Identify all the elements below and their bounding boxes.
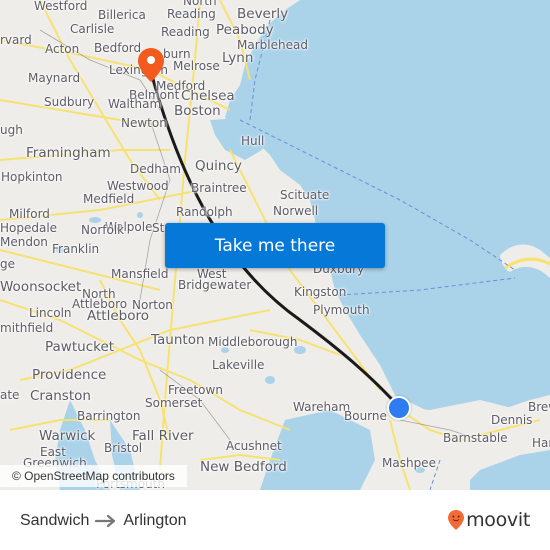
- origin-dot-icon[interactable]: [387, 396, 411, 420]
- place-label: Kingston: [294, 285, 347, 299]
- place-label: ge: [0, 257, 15, 271]
- take-me-there-button[interactable]: Take me there: [165, 223, 385, 268]
- place-label: Brew: [528, 400, 550, 414]
- map-pin-icon[interactable]: [137, 47, 165, 83]
- place-label: Reading: [161, 25, 210, 39]
- place-label: Milford: [9, 207, 50, 221]
- place-label: New Bedford: [200, 459, 287, 475]
- origin-name: Sandwich: [20, 512, 90, 529]
- place-label: Bourne: [344, 409, 387, 423]
- place-label: Medfield: [83, 192, 135, 206]
- place-label: Bedford: [94, 41, 142, 55]
- place-label: Billerica: [98, 8, 146, 22]
- place-label: Carlisle: [70, 22, 115, 36]
- place-label: Quincy: [195, 158, 242, 174]
- place-label: Acushnet: [226, 439, 282, 453]
- place-label: Norwell: [273, 204, 319, 218]
- place-label: mithfield: [0, 321, 54, 335]
- place-label: Barnstable: [443, 431, 508, 445]
- place-label: Somerset: [145, 396, 203, 410]
- place-label: Mendon: [0, 235, 48, 249]
- place-label: Attleboro: [87, 308, 149, 324]
- moovit-pin-icon: [448, 510, 465, 530]
- place-label: Reading: [167, 7, 216, 21]
- place-label: Boston: [174, 103, 221, 119]
- place-label: Franklin: [52, 242, 100, 256]
- place-label: Taunton: [151, 332, 205, 348]
- place-label: Lynn: [222, 50, 254, 66]
- place-label: Pawtucket: [45, 339, 115, 355]
- place-label: Scituate: [280, 188, 330, 202]
- place-label: Freetown: [168, 383, 223, 397]
- place-label: Hopedale: [0, 221, 58, 235]
- place-label: Bristol: [104, 441, 143, 455]
- place-label: Lakeville: [212, 358, 265, 372]
- place-label: Framingham: [26, 145, 111, 161]
- place-label: Mashpee: [382, 456, 436, 470]
- place-label: ugh: [0, 123, 23, 137]
- place-label: Dennis: [491, 413, 533, 427]
- place-label: Plymouth: [313, 303, 370, 317]
- place-label: Har: [532, 436, 550, 450]
- arrow-right-icon: [95, 514, 117, 528]
- place-label: Newton: [121, 116, 167, 130]
- map[interactable]: Westford North Billerica Reading Beverly…: [0, 0, 550, 490]
- place-label: Mansfield: [111, 267, 169, 281]
- place-label: Wareham: [293, 400, 351, 414]
- place-label: Middleborough: [208, 335, 298, 349]
- moovit-logo[interactable]: moovit: [447, 507, 530, 533]
- place-label: Barrington: [77, 409, 141, 423]
- destination-name: Arlington: [123, 512, 187, 529]
- place-label: Norfolk: [81, 223, 125, 237]
- place-label: Bridgewater: [178, 278, 252, 292]
- place-label: Acton: [45, 42, 80, 56]
- place-label: Lincoln: [29, 306, 72, 320]
- place-label: Cranston: [30, 388, 91, 404]
- place-label: Dedham: [130, 162, 181, 176]
- place-label: rvard: [0, 33, 32, 47]
- place-label: Waltham: [108, 97, 162, 111]
- place-label: Peabody: [216, 22, 274, 38]
- place-label: Beverly: [237, 6, 289, 22]
- map-attribution[interactable]: © OpenStreetMap contributors: [0, 465, 187, 487]
- place-label: Hopkinton: [1, 170, 63, 184]
- place-label: Woonsocket: [0, 279, 82, 295]
- route-label: Sandwich Arlington: [20, 510, 187, 532]
- place-label: Sudbury: [44, 95, 95, 109]
- place-label: Maynard: [28, 71, 81, 85]
- place-label: Providence: [32, 367, 107, 383]
- moovit-wordmark: moovit: [466, 509, 530, 531]
- place-label: Chelsea: [181, 88, 235, 104]
- place-label: Hull: [241, 134, 265, 148]
- place-label: ate: [0, 388, 20, 402]
- place-label: North: [183, 0, 217, 8]
- place-label: Randolph: [176, 205, 233, 219]
- place-label: Braintree: [191, 181, 247, 195]
- place-label: Westford: [34, 0, 88, 13]
- place-label: Westwood: [107, 179, 169, 193]
- place-label: Melrose: [173, 59, 220, 73]
- place-label: Warwick: [39, 428, 96, 444]
